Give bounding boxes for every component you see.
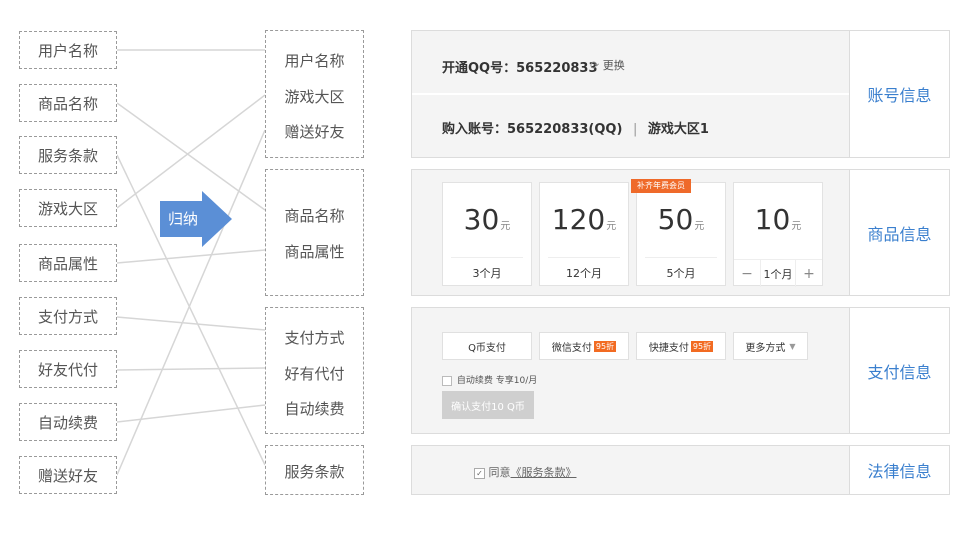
group-item: 好有代付 [284, 365, 345, 383]
group-item: 游戏大区 [284, 88, 345, 106]
account-panel: 开通QQ号：565220833 ⟳ 更换 购入账号：565220833(QQ) … [411, 30, 950, 158]
minus-button[interactable]: − [734, 260, 760, 287]
refresh-icon: ⟳ [590, 59, 600, 72]
group-legal: 服务条款 [265, 445, 364, 495]
group-item: 赠送好友 [284, 123, 345, 141]
quantity-stepper[interactable]: − 1个月 + [734, 259, 822, 287]
group-payment: 支付方式 好有代付 自动续费 [265, 307, 364, 434]
left-item-product-name: 商品名称 [19, 84, 117, 122]
side-label-payment: 支付信息 [849, 308, 949, 433]
pay-wechat-button[interactable]: 微信支付 95折 [539, 332, 629, 360]
left-item-product-attr: 商品属性 [19, 244, 117, 282]
side-label-legal: 法律信息 [849, 446, 949, 494]
group-item: 商品名称 [284, 207, 345, 225]
group-product: 商品名称 商品属性 [265, 169, 364, 296]
group-item: 支付方式 [284, 329, 345, 347]
group-item: 自动续费 [284, 400, 345, 418]
terms-link[interactable]: 《服务条款》 [511, 466, 577, 479]
plus-button[interactable]: + [796, 260, 822, 287]
payment-panel: Q币支付 微信支付 95折 快捷支付 95折 更多方式 ▼ 自动续费 专享10/月 … [411, 307, 950, 434]
checkbox-icon[interactable] [442, 375, 452, 386]
legal-panel: ✓ 同意《服务条款》 法律信息 [411, 445, 950, 495]
stepper-value: 1个月 [760, 260, 796, 287]
price-card[interactable]: 30元 3个月 [442, 182, 532, 286]
confirm-pay-button[interactable]: 确认支付10 Q币 [442, 391, 534, 419]
left-item-game-region: 游戏大区 [19, 189, 117, 227]
left-item-payment-method: 支付方式 [19, 297, 117, 335]
buy-account: 购入账号：565220833(QQ) | 游戏大区1 [442, 122, 709, 137]
group-item: 用户名称 [284, 52, 345, 70]
checkbox-checked-icon[interactable]: ✓ [474, 467, 485, 479]
left-item-user-name: 用户名称 [19, 31, 117, 69]
left-item-friend-pay: 好友代付 [19, 350, 117, 388]
pay-more-button[interactable]: 更多方式 ▼ [733, 332, 808, 360]
product-panel: 30元 3个月 120元 12个月 补齐年费会员 50元 5个月 10元 − 1… [411, 169, 950, 296]
group-item: 服务条款 [284, 463, 345, 481]
promo-badge: 补齐年费会员 [631, 179, 691, 193]
price-card-custom[interactable]: 10元 − 1个月 + [733, 182, 823, 287]
price-card[interactable]: 补齐年费会员 50元 5个月 [631, 179, 726, 286]
qq-number: 开通QQ号：565220833 [442, 61, 598, 76]
group-item: 商品属性 [284, 243, 345, 261]
arrow-label: 归纳 [168, 210, 199, 228]
change-button[interactable]: ⟳ 更换 [590, 57, 625, 73]
left-item-gift-friend: 赠送好友 [19, 456, 117, 494]
left-item-auto-renew: 自动续费 [19, 403, 117, 441]
chevron-down-icon: ▼ [789, 341, 796, 351]
price-card[interactable]: 120元 12个月 [539, 182, 629, 286]
auto-renew-option[interactable]: 自动续费 专享10/月 [442, 373, 537, 386]
pay-quick-button[interactable]: 快捷支付 95折 [636, 332, 726, 360]
side-label-product: 商品信息 [849, 170, 949, 295]
left-item-terms: 服务条款 [19, 136, 117, 174]
pay-qcoin-button[interactable]: Q币支付 [442, 332, 532, 360]
agree-terms[interactable]: ✓ 同意《服务条款》 [474, 464, 577, 480]
group-account: 用户名称 游戏大区 赠送好友 [265, 30, 364, 158]
side-label-account: 账号信息 [849, 31, 949, 157]
